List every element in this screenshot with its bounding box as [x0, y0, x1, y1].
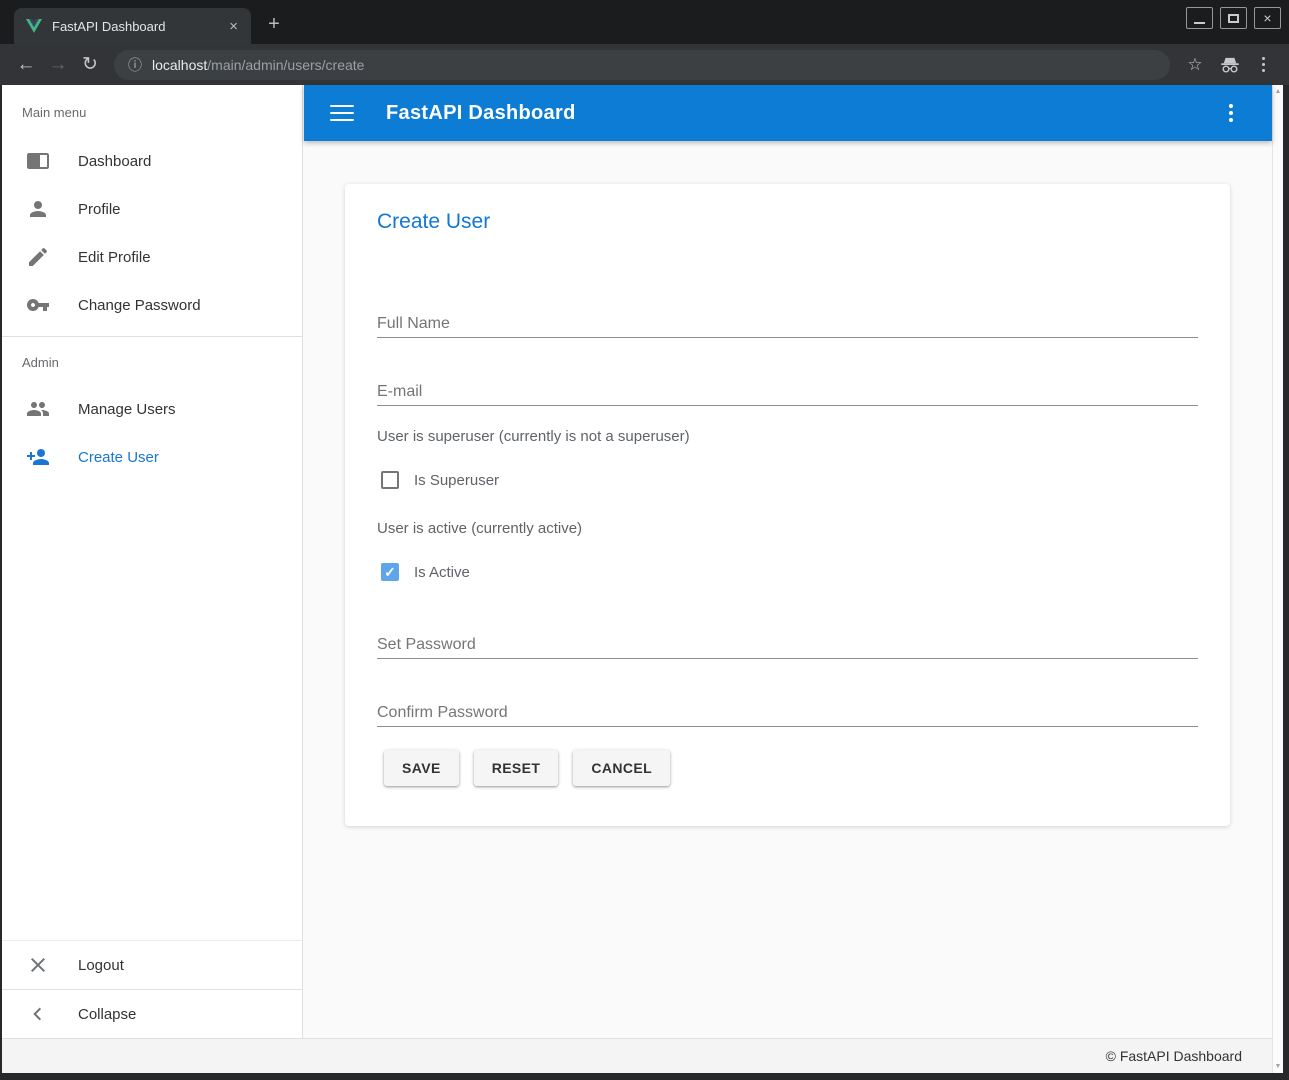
- sidebar-item-collapse[interactable]: Collapse: [2, 990, 302, 1038]
- minimize-button[interactable]: [1186, 7, 1213, 29]
- active-note: User is active (currently active): [377, 520, 582, 537]
- close-icon: [26, 953, 50, 977]
- sidebar-item-create-user[interactable]: Create User: [2, 433, 302, 481]
- key-icon: [26, 293, 50, 317]
- sidebar-item-logout[interactable]: Logout: [2, 941, 302, 989]
- confirm-password-input[interactable]: [377, 699, 1198, 727]
- page-info-icon[interactable]: ⓘ: [128, 55, 142, 75]
- forward-icon[interactable]: →: [42, 54, 74, 76]
- sidebar-item-label: Logout: [78, 957, 124, 974]
- page-title: Create User: [377, 210, 490, 234]
- sidebar-item-label: Dashboard: [78, 153, 151, 170]
- full-name-input[interactable]: [377, 310, 1198, 338]
- scroll-down-icon[interactable]: ▼: [1275, 1063, 1282, 1070]
- sidebar-item-change-password[interactable]: Change Password: [2, 281, 302, 329]
- tab-title: FastAPI Dashboard: [52, 19, 226, 34]
- chevron-left-icon: [26, 1002, 50, 1026]
- sidebar-item-dashboard[interactable]: Dashboard: [2, 137, 302, 185]
- sidebar-item-label: Profile: [78, 201, 121, 218]
- app-menu-icon[interactable]: [1218, 104, 1244, 122]
- sidebar-bottom: Logout Collapse: [2, 940, 302, 1038]
- browser-toolbar: ← → ↻ ⓘ localhost/main/admin/users/creat…: [0, 44, 1289, 85]
- sidebar-item-label: Collapse: [78, 1006, 136, 1023]
- sidebar-caption-admin: Admin: [2, 337, 302, 371]
- browser-menu-icon[interactable]: [1250, 57, 1276, 72]
- bookmark-star-icon[interactable]: ☆: [1180, 55, 1210, 75]
- reload-icon[interactable]: ↻: [74, 53, 106, 76]
- checkbox-label: Is Superuser: [414, 472, 499, 489]
- new-tab-button[interactable]: +: [262, 14, 286, 34]
- superuser-note: User is superuser (currently is not a su…: [377, 428, 690, 445]
- sidebar-item-profile[interactable]: Profile: [2, 185, 302, 233]
- sidebar: Main menu Dashboard Profile Edit Profile: [2, 85, 303, 1038]
- cancel-button[interactable]: CANCEL: [573, 750, 670, 786]
- page: Main menu Dashboard Profile Edit Profile: [2, 85, 1283, 1073]
- create-user-card: Create User User is superuser (currently…: [345, 184, 1230, 826]
- tab-bar: FastAPI Dashboard × + ×: [0, 0, 1289, 44]
- checkbox-label: Is Active: [414, 564, 470, 581]
- app-title: FastAPI Dashboard: [386, 102, 576, 125]
- hamburger-menu-icon[interactable]: [330, 105, 354, 121]
- person-add-icon: [26, 445, 50, 469]
- save-button[interactable]: SAVE: [384, 750, 459, 786]
- dashboard-icon: [26, 149, 50, 173]
- form-buttons: SAVE RESET CANCEL: [384, 750, 670, 786]
- reset-button[interactable]: RESET: [474, 750, 559, 786]
- set-password-input[interactable]: [377, 631, 1198, 659]
- sidebar-item-label: Manage Users: [78, 401, 176, 418]
- sidebar-item-label: Change Password: [78, 297, 201, 314]
- group-icon: [26, 397, 50, 421]
- sidebar-item-edit-profile[interactable]: Edit Profile: [2, 233, 302, 281]
- scrollbar[interactable]: ▲ ▼: [1272, 85, 1283, 1073]
- app-footer: © FastAPI Dashboard: [2, 1038, 1272, 1073]
- browser-window: FastAPI Dashboard × + × ← → ↻ ⓘ localhos…: [0, 0, 1289, 1080]
- pencil-icon: [26, 245, 50, 269]
- sidebar-caption-main-menu: Main menu: [2, 85, 302, 121]
- address-bar[interactable]: ⓘ localhost/main/admin/users/create: [114, 50, 1170, 80]
- back-icon[interactable]: ←: [10, 54, 42, 76]
- browser-tab[interactable]: FastAPI Dashboard ×: [14, 8, 251, 44]
- tab-close-icon[interactable]: ×: [226, 19, 241, 34]
- superuser-checkbox-row[interactable]: Is Superuser: [381, 471, 499, 489]
- incognito-icon: [1214, 57, 1246, 73]
- sidebar-item-label: Edit Profile: [78, 249, 151, 266]
- copyright: © FastAPI Dashboard: [1106, 1048, 1242, 1064]
- active-checkbox[interactable]: ✓: [381, 563, 399, 581]
- person-icon: [26, 197, 50, 221]
- superuser-checkbox[interactable]: [381, 471, 399, 489]
- email-input[interactable]: [377, 378, 1198, 406]
- url-path: /main/admin/users/create: [207, 57, 364, 73]
- window-controls: ×: [1186, 7, 1281, 29]
- close-button[interactable]: ×: [1254, 7, 1281, 29]
- maximize-button[interactable]: [1220, 7, 1247, 29]
- app-bar: FastAPI Dashboard: [304, 85, 1272, 141]
- sidebar-item-manage-users[interactable]: Manage Users: [2, 385, 302, 433]
- main-area: FastAPI Dashboard Create User User is su…: [304, 85, 1272, 1038]
- sidebar-item-label: Create User: [78, 449, 159, 466]
- active-checkbox-row[interactable]: ✓ Is Active: [381, 563, 470, 581]
- vue-logo-icon: [26, 18, 42, 34]
- url-host: localhost: [152, 57, 207, 73]
- scroll-up-icon[interactable]: ▲: [1275, 88, 1282, 95]
- toolbar-actions: ☆: [1180, 55, 1276, 75]
